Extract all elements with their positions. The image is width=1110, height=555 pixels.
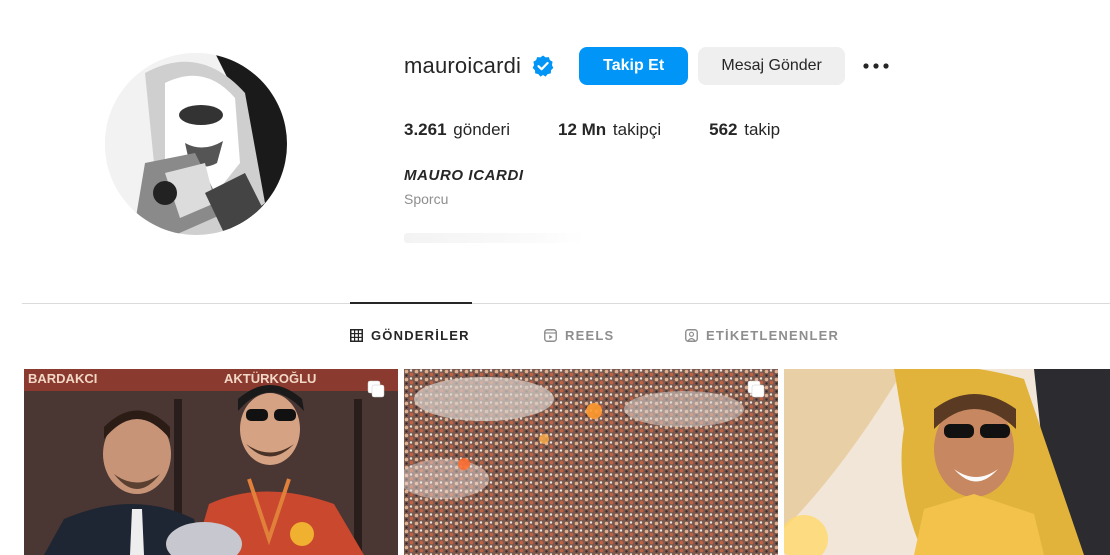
- tab-reels-label: REELS: [565, 328, 615, 343]
- tagged-icon: [685, 329, 698, 342]
- posts-count-value: 3.261: [404, 120, 447, 139]
- following-count-label: takip: [744, 120, 781, 139]
- followers-count[interactable]: 12 Mn takipçi: [558, 120, 661, 140]
- follow-button[interactable]: Takip Et: [579, 47, 689, 85]
- bio-faded-line: [404, 233, 584, 243]
- profile-avatar[interactable]: [105, 53, 287, 235]
- followers-count-value: 12 Mn: [558, 120, 607, 139]
- post-banner-left: BARDAKCI: [28, 371, 97, 386]
- tab-reels[interactable]: REELS: [544, 328, 685, 343]
- multiple-photos-icon: [746, 379, 766, 399]
- verified-badge-icon: [531, 54, 555, 78]
- tab-tagged[interactable]: ETİKETLENENLER: [685, 328, 839, 343]
- post-banner-right: AKTÜRKOĞLU: [224, 371, 316, 386]
- tab-posts-label: GÖNDERİLER: [371, 328, 470, 343]
- following-count[interactable]: 562 takip: [709, 120, 780, 140]
- post-image: [784, 369, 1110, 555]
- tab-posts[interactable]: GÖNDERİLER: [350, 328, 544, 343]
- message-button[interactable]: Mesaj Gönder: [698, 47, 846, 85]
- profile-header-row: mauroicardi Takip Et Mesaj Gönder: [404, 46, 891, 86]
- posts-grid: BARDAKCI AKTÜRKOĞLU: [24, 369, 1110, 555]
- tabs-divider: [22, 303, 1110, 304]
- more-options-icon[interactable]: [861, 51, 891, 81]
- following-count-value: 562: [709, 120, 738, 139]
- post-image: BARDAKCI AKTÜRKOĞLU: [24, 369, 398, 555]
- posts-count: 3.261 gönderi: [404, 120, 510, 140]
- multiple-photos-icon: [366, 379, 386, 399]
- avatar-image: [105, 53, 287, 235]
- post-thumbnail[interactable]: [784, 369, 1110, 555]
- reels-icon: [544, 329, 557, 342]
- profile-full-name: MAURO ICARDI: [404, 167, 524, 184]
- profile-tabs: GÖNDERİLER REELS ETİKETLENENLER: [350, 328, 839, 343]
- username: mauroicardi: [404, 53, 522, 78]
- post-image: [404, 369, 778, 555]
- tab-tagged-label: ETİKETLENENLER: [706, 328, 840, 343]
- post-thumbnail[interactable]: [404, 369, 778, 555]
- grid-icon: [350, 329, 363, 342]
- posts-count-label: gönderi: [453, 120, 510, 139]
- post-thumbnail[interactable]: BARDAKCI AKTÜRKOĞLU: [24, 369, 398, 555]
- profile-category: Sporcu: [404, 191, 449, 207]
- active-tab-indicator: [350, 302, 472, 304]
- followers-count-label: takipçi: [612, 120, 662, 139]
- profile-stats: 3.261 gönderi 12 Mn takipçi 562 takip: [404, 120, 828, 140]
